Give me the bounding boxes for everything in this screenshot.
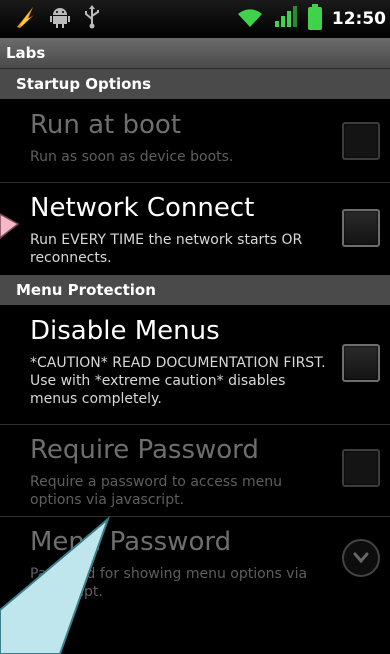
pref-run-at-boot: Run at boot Run as soon as device boots. bbox=[0, 100, 390, 183]
signal-icon bbox=[274, 6, 298, 32]
disable-menus-checkbox[interactable] bbox=[342, 344, 380, 382]
page-title: Labs bbox=[6, 44, 46, 62]
network-connect-checkbox[interactable] bbox=[342, 209, 380, 247]
usb-icon bbox=[84, 5, 100, 33]
pref-summary: Run as soon as device boots. bbox=[30, 149, 234, 165]
category-menu-protection: Menu Protection bbox=[0, 275, 390, 305]
run-at-boot-checkbox bbox=[342, 122, 380, 160]
category-label: Startup Options bbox=[16, 75, 152, 93]
pref-title: Disable Menus bbox=[30, 316, 220, 346]
pref-title: Require Password bbox=[30, 435, 259, 465]
pref-require-password: Require Password Require a password to a… bbox=[0, 425, 390, 517]
menu-password-dropdown-button bbox=[342, 539, 380, 577]
pref-menu-password: Menu Password Password for showing menu … bbox=[0, 517, 390, 609]
android-icon bbox=[50, 6, 70, 32]
clock: 12:50 bbox=[331, 9, 386, 29]
category-label: Menu Protection bbox=[16, 281, 156, 299]
status-bar: 12:50 bbox=[0, 0, 390, 38]
pref-summary: Password for showing menu options via ja… bbox=[30, 566, 308, 600]
pref-title: Menu Password bbox=[30, 527, 232, 557]
pref-title: Run at boot bbox=[30, 110, 182, 140]
pref-network-connect[interactable]: Network Connect Run EVERY TIME the netwo… bbox=[0, 183, 390, 280]
title-bar: Labs bbox=[0, 38, 390, 69]
battery-icon bbox=[307, 4, 322, 34]
pref-summary: Require a password to access menu option… bbox=[30, 474, 282, 508]
category-startup-options: Startup Options bbox=[0, 69, 390, 99]
pref-summary: *CAUTION* READ DOCUMENTATION FIRST. Use … bbox=[30, 355, 326, 407]
pref-summary: Run EVERY TIME the network starts OR rec… bbox=[30, 232, 303, 266]
android-screen: 12:50 Labs Startup Options Run at boot R… bbox=[0, 0, 390, 654]
chevron-down-icon bbox=[353, 552, 369, 564]
pref-title: Network Connect bbox=[30, 193, 255, 223]
require-password-checkbox bbox=[342, 449, 380, 487]
flame-icon bbox=[14, 5, 36, 33]
wifi-icon bbox=[236, 6, 264, 32]
pref-disable-menus[interactable]: Disable Menus *CAUTION* READ DOCUMENTATI… bbox=[0, 306, 390, 425]
